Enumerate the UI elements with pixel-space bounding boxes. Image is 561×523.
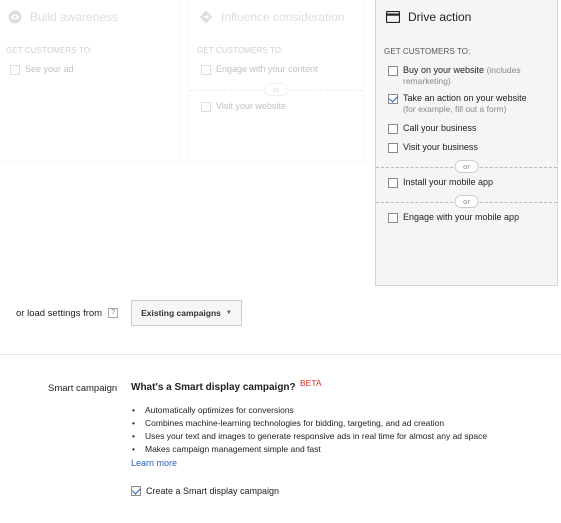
option-label: Call your business — [403, 123, 477, 133]
list-item: • Uses your text and images to generate r… — [132, 431, 488, 441]
checkbox[interactable] — [388, 178, 398, 188]
load-settings-row: or load settings from ? Existing campaig… — [16, 300, 242, 326]
option-label: Visit your business — [403, 142, 478, 152]
eye-icon — [8, 10, 22, 24]
option-label: See your ad — [25, 64, 74, 74]
learn-more-link[interactable]: Learn more — [131, 458, 177, 468]
section-divider — [0, 354, 561, 355]
diamond-arrow-icon — [199, 10, 213, 24]
smart-campaign-label: Smart campaign — [48, 383, 118, 394]
help-icon[interactable]: ? — [108, 308, 119, 318]
option-install-mobile-app[interactable]: Install your mobile app — [376, 177, 557, 188]
option-label: Take an action on your website — [403, 93, 527, 103]
existing-campaigns-dropdown[interactable]: Existing campaigns ▼ — [131, 300, 242, 326]
option-take-action-on-website[interactable]: Take an action on your website (for exam… — [376, 93, 557, 115]
card-icon — [386, 11, 400, 23]
checkbox[interactable] — [10, 65, 20, 75]
goal-title: Influence consideration — [221, 10, 345, 24]
checkbox[interactable] — [388, 213, 398, 223]
or-separator: or — [376, 195, 557, 209]
option-label: Buy on your website — [403, 65, 485, 75]
or-label: or — [454, 195, 479, 208]
checkbox[interactable] — [388, 143, 398, 153]
option-see-your-ad[interactable]: See your ad — [0, 64, 180, 75]
checkbox[interactable] — [201, 65, 211, 75]
goal-subtitle: GET CUSTOMERS TO: — [384, 47, 471, 56]
option-buy-on-website[interactable]: Buy on your website (includes remarketin… — [376, 65, 557, 87]
checkbox[interactable] — [388, 124, 398, 134]
option-hint: (for example, fill out a form) — [403, 104, 507, 114]
goal-card-build-awareness[interactable]: Build awareness GET CUSTOMERS TO: See yo… — [0, 0, 181, 162]
create-smart-campaign-label: Create a Smart display campaign — [146, 486, 280, 496]
list-item: • Automatically optimizes for conversions — [132, 405, 294, 415]
goal-card-drive-action[interactable]: Drive action GET CUSTOMERS TO: Buy on yo… — [375, 0, 558, 286]
checkbox[interactable] — [388, 66, 398, 76]
or-label: or — [454, 160, 479, 173]
existing-campaigns-label: Existing campaigns — [141, 308, 221, 318]
option-visit-business[interactable]: Visit your business — [376, 142, 557, 153]
or-label: or — [263, 83, 289, 96]
goal-subtitle: GET CUSTOMERS TO: — [6, 46, 93, 55]
list-item: • Makes campaign management simple and fa… — [132, 444, 321, 454]
option-label: Engage with your mobile app — [403, 212, 520, 222]
option-visit-website[interactable]: Visit your website — [189, 101, 363, 112]
option-label: Install your mobile app — [403, 177, 494, 187]
goal-title: Build awareness — [30, 10, 119, 24]
checkbox-checked[interactable] — [388, 94, 398, 104]
goal-subtitle: GET CUSTOMERS TO: — [197, 46, 284, 55]
checkbox[interactable] — [201, 102, 211, 112]
option-label: Visit your website — [216, 101, 286, 111]
beta-badge: BETA — [300, 378, 322, 388]
create-smart-campaign-option[interactable]: Create a Smart display campaign — [131, 486, 279, 496]
smart-benefits-list: • Automatically optimizes for conversions… — [132, 404, 487, 456]
checkbox-checked[interactable] — [131, 486, 141, 496]
smart-campaign-heading: What's a Smart display campaign? — [131, 382, 296, 393]
or-separator: or — [376, 160, 557, 174]
option-engage-mobile-app[interactable]: Engage with your mobile app — [376, 212, 557, 223]
load-settings-label: or load settings from — [16, 307, 103, 319]
list-item: • Combines machine-learning technologies … — [132, 418, 445, 428]
option-engage-with-content[interactable]: Engage with your content — [189, 64, 363, 75]
or-separator: or — [189, 83, 363, 97]
goal-card-influence-consideration[interactable]: Influence consideration GET CUSTOMERS TO… — [188, 0, 364, 162]
option-label: Engage with your content — [216, 64, 318, 74]
caret-down-icon: ▼ — [225, 310, 232, 316]
option-call-business[interactable]: Call your business — [376, 123, 557, 134]
goal-title: Drive action — [408, 10, 472, 24]
